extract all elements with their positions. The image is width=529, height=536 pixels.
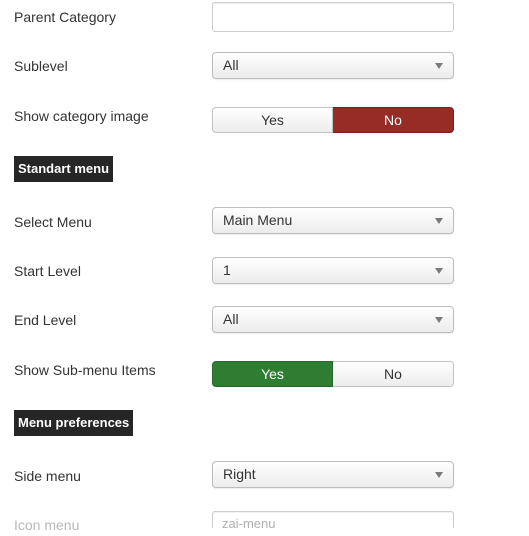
show-category-image-no-button[interactable]: No (333, 107, 454, 133)
show-category-image-label: Show category image (14, 108, 149, 124)
chevron-down-icon (435, 472, 443, 478)
icon-menu-label: Icon menu (14, 517, 80, 533)
icon-menu-input[interactable]: zai-menu (212, 511, 454, 531)
chevron-down-icon (435, 218, 443, 224)
show-category-image-yes-button[interactable]: Yes (212, 107, 333, 133)
select-menu-select[interactable]: Main Menu (212, 207, 454, 234)
show-submenu-items-label: Show Sub-menu Items (14, 362, 156, 378)
section-header-menu-preferences: Menu preferences (14, 410, 134, 436)
start-level-select[interactable]: 1 (212, 257, 454, 284)
start-level-select-value: 1 (223, 262, 231, 278)
start-level-label: Start Level (14, 263, 81, 279)
show-category-image-toggle: Yes No (212, 107, 454, 133)
show-submenu-items-toggle: Yes No (212, 361, 454, 387)
sublevel-label: Sublevel (14, 58, 68, 74)
show-submenu-items-no-button[interactable]: No (333, 361, 454, 387)
end-level-select[interactable]: All (212, 306, 454, 333)
chevron-down-icon (435, 268, 443, 274)
side-menu-label: Side menu (14, 468, 81, 484)
select-menu-label: Select Menu (14, 214, 92, 230)
parent-category-label: Parent Category (14, 9, 116, 25)
sublevel-select[interactable]: All (212, 52, 454, 79)
chevron-down-icon (435, 63, 443, 69)
section-header-standart-menu: Standart menu (14, 156, 114, 182)
show-submenu-items-yes-button[interactable]: Yes (212, 361, 333, 387)
end-level-label: End Level (14, 312, 77, 328)
chevron-down-icon (435, 317, 443, 323)
select-menu-select-value: Main Menu (223, 212, 293, 228)
end-level-select-value: All (223, 311, 239, 327)
side-menu-select[interactable]: Right (212, 461, 454, 488)
sublevel-select-value: All (223, 57, 239, 73)
parent-category-input[interactable] (212, 2, 454, 32)
side-menu-select-value: Right (223, 466, 256, 482)
